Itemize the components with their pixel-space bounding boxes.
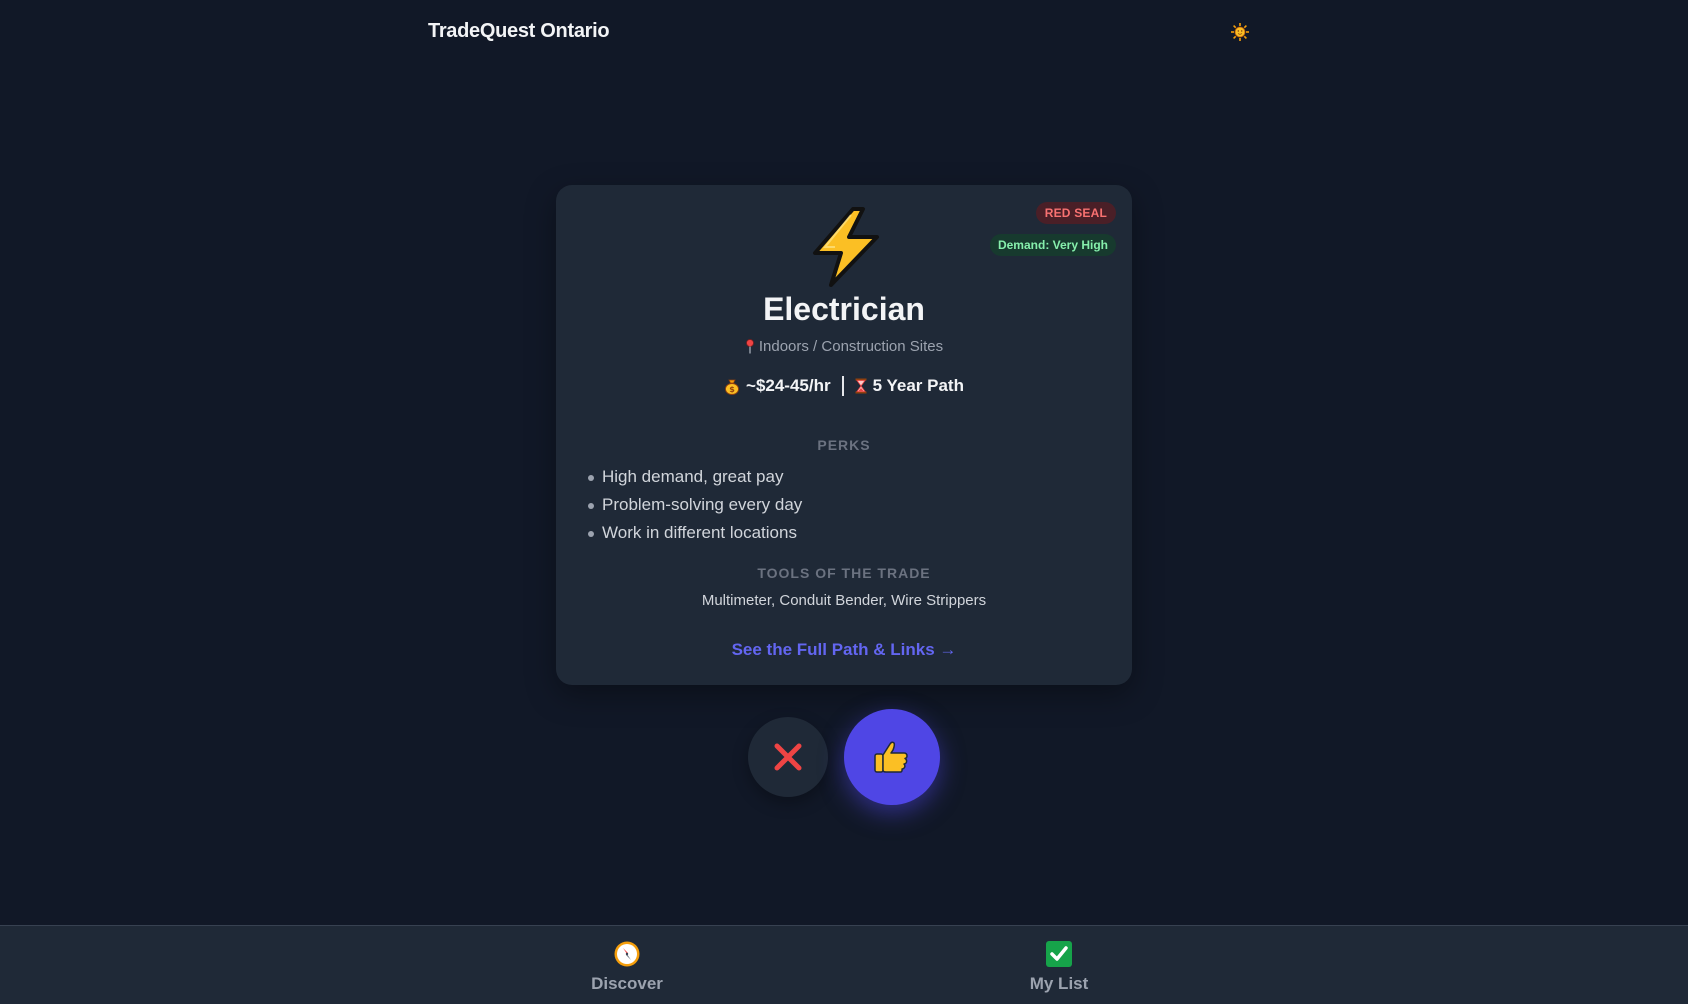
path-text: 5 Year Path (872, 376, 964, 395)
pay-stat: $ ~$24-45/hr (724, 376, 831, 396)
perks-heading: PERKS (817, 437, 871, 453)
bottom-nav: Discover My List (0, 925, 1688, 1004)
trade-title: Electrician (763, 291, 925, 327)
tools-heading: TOOLS OF THE TRADE (757, 565, 931, 581)
nav-item-discover[interactable]: Discover (567, 940, 687, 1000)
demand-badge: Demand: Very High (989, 234, 1116, 256)
full-path-link[interactable]: See the Full Path & Links → (556, 640, 1132, 660)
tools-list: Multimeter, Conduit Bender, Wire Strippe… (701, 592, 987, 609)
pay-text: ~$24-45/hr (746, 376, 831, 395)
dismiss-button[interactable] (748, 717, 828, 797)
stats-row: $ ~$24-45/hr 5 Year Path (556, 376, 1132, 396)
compass-icon (613, 940, 641, 968)
perk-item: High demand, great pay (588, 463, 802, 491)
pin-icon (745, 339, 754, 354)
red-seal-badge: RED SEAL (1035, 202, 1116, 224)
perks-list: High demand, great pay Problem-solving e… (588, 463, 802, 547)
nav-label-my-list: My List (1029, 974, 1089, 993)
path-stat: 5 Year Path (855, 376, 964, 396)
header: TradeQuest Ontario (0, 0, 1688, 64)
checkmark-icon (1045, 940, 1073, 968)
sun-icon (1231, 23, 1249, 41)
hourglass-icon (855, 378, 867, 394)
trade-card[interactable]: RED SEAL Demand: Very High Electrician I… (556, 185, 1132, 685)
brand-title: TradeQuest Ontario (428, 20, 610, 42)
svg-text:$: $ (729, 385, 735, 394)
app-root: TradeQuest Ontario RED SEAL Demand: Very… (0, 0, 1688, 1004)
x-icon (774, 743, 802, 771)
like-button[interactable] (844, 709, 940, 805)
location-text: Indoors / Construction Sites (758, 338, 944, 355)
nav-label-discover: Discover (591, 974, 663, 993)
perk-item: Work in different locations (588, 519, 802, 547)
perk-item: Problem-solving every day (588, 491, 802, 519)
thumbs-up-icon (874, 741, 908, 773)
theme-toggle-button[interactable] (1228, 20, 1252, 44)
location-row: Indoors / Construction Sites (556, 338, 1132, 355)
lightning-bolt-icon (813, 207, 879, 287)
stats-divider (841, 376, 844, 396)
nav-item-my-list[interactable]: My List (999, 940, 1119, 1000)
money-bag-icon: $ (725, 379, 739, 395)
